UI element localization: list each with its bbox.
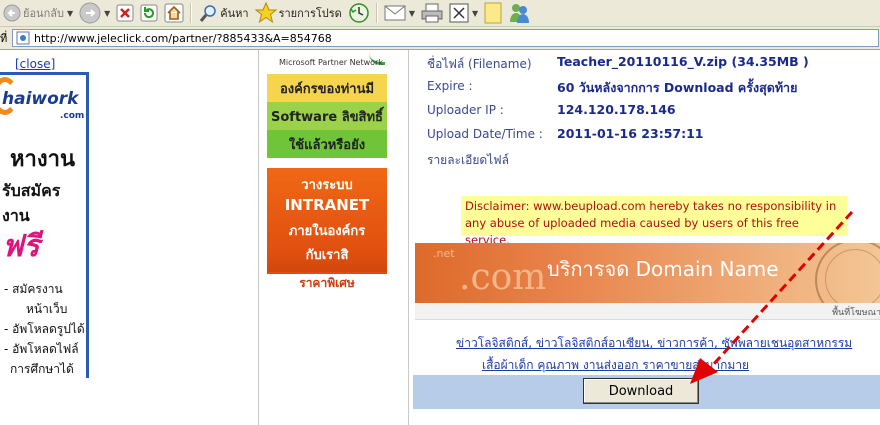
note-icon	[484, 2, 502, 24]
notes-button[interactable]	[481, 2, 505, 24]
page-icon	[16, 31, 30, 45]
ad-band: Software ลิขสิทธิ์	[267, 102, 387, 130]
expire-label: Expire :	[427, 79, 473, 93]
download-bar: Download	[413, 375, 880, 409]
stop-icon	[116, 4, 134, 22]
ad-label-strip: พื้นที่โฆษณา	[415, 303, 880, 320]
clock-icon	[825, 249, 880, 303]
download-content: ชื่อไฟล์ (Filename) Teacher_20110116_V.z…	[408, 50, 880, 425]
address-url: http://www.jeleclick.com/partner/?885433…	[34, 31, 332, 45]
list-item: - อัพโหลดรูปได้	[4, 322, 85, 336]
kids-clothes-link[interactable]: เสื้อผ้าเด็ก คุณภาพ งานส่งออก ราคาขายส่ง…	[482, 356, 749, 375]
ad-subheading: รับสมัครงาน	[2, 181, 61, 225]
intranet-ad[interactable]: วางระบบ INTRANET ภายในองค์กร กับเราสิ รา…	[267, 168, 387, 292]
ad-line: กับเราสิ	[305, 248, 349, 263]
toolbar-divider	[375, 3, 378, 23]
chevron-down-icon[interactable]: ▼	[104, 9, 110, 18]
upload-date-label: Upload Date/Time :	[427, 127, 543, 141]
printer-icon	[421, 3, 443, 23]
home-icon	[164, 3, 184, 23]
ad-heading: หางาน	[10, 147, 75, 172]
logistics-news-link[interactable]: ข่าวโลจิสติกส์, ข่าวโลจิสติกส์อาเซียน, ข…	[456, 334, 852, 353]
ad-line: Software ลิขสิทธิ์	[271, 109, 383, 125]
chevron-down-icon[interactable]: ▼	[409, 9, 415, 18]
history-button[interactable]	[345, 2, 373, 24]
ad-feature-list: - สมัครงาน หน้าเว็บ - อัพโหลดรูปได้ - อั…	[4, 279, 85, 378]
ad-band: องค์กรของท่านมี	[267, 74, 387, 102]
mail-button[interactable]: ▼	[381, 2, 418, 24]
favorites-label: รายการโปรด	[278, 7, 342, 20]
filename-label: ชื่อไฟล์ (Filename)	[427, 57, 532, 71]
search-button[interactable]: ค้นหา	[195, 2, 251, 24]
favorites-button[interactable]: รายการโปรด	[252, 2, 345, 24]
ad-line: องค์กรของท่านมี	[279, 81, 375, 97]
chevron-down-icon[interactable]: ▼	[67, 9, 73, 18]
ad-small-text: .net	[433, 247, 455, 260]
browser-toolbar: ย้อนกลับ ▼ ▼ ค้นหา รายการโปรด ▼ ▼	[0, 0, 880, 27]
home-button[interactable]	[161, 2, 187, 24]
ad-logo-suffix: .com	[60, 111, 85, 121]
expire-value: 60 วันหลังจากการ Download ครั้งสุดท้าย	[557, 80, 798, 95]
address-label: ที่	[0, 32, 8, 45]
messenger-button[interactable]	[505, 2, 533, 24]
thaiwork-ad-banner[interactable]: haiwork .com หางาน รับสมัครงาน ฟรี - สมั…	[0, 72, 89, 378]
middle-ad-column: Microsoft Partner Network องค์กรของท่านม…	[258, 50, 402, 425]
uploader-ip-value: 124.120.178.146	[557, 102, 676, 117]
refresh-button[interactable]	[137, 2, 161, 24]
search-label: ค้นหา	[220, 7, 249, 20]
file-details-label: รายละเอียดไฟล์	[427, 153, 510, 167]
download-button[interactable]: Download	[583, 378, 699, 404]
list-item: - อัพโหลดไฟล์	[4, 342, 79, 356]
search-icon	[198, 3, 218, 23]
close-ad-link[interactable]: [close]	[15, 57, 55, 71]
ad-line: วางระบบ	[301, 178, 353, 193]
ad-network-name: Microsoft Partner Network	[279, 58, 383, 67]
uploader-ip-label: Uploader IP :	[427, 103, 504, 117]
ad-logo-text: haiwork	[2, 89, 79, 109]
print-button[interactable]	[418, 2, 446, 24]
edit-page-icon	[449, 3, 469, 23]
microsoft-partner-ad[interactable]: Microsoft Partner Network องค์กรของท่านม…	[267, 50, 387, 158]
list-item: - สมัครงาน	[4, 282, 63, 296]
list-item: หน้าเว็บ	[26, 302, 68, 316]
stop-button[interactable]	[113, 2, 137, 24]
forward-arrow-icon	[79, 2, 101, 24]
domain-name-ad[interactable]: .net .com บริการจด Domain Name	[415, 243, 880, 303]
list-item: การศึกษาได้	[10, 362, 74, 376]
address-bar: ที่ http://www.jeleclick.com/partner/?88…	[0, 27, 880, 50]
toolbar-divider	[190, 3, 193, 23]
mail-icon	[384, 4, 406, 22]
edit-button[interactable]: ▼	[446, 2, 481, 24]
ad-line: INTRANET	[284, 196, 370, 214]
star-icon	[254, 2, 277, 24]
back-label: ย้อนกลับ	[23, 7, 64, 20]
ad-line: ภายในองค์กร	[288, 224, 366, 239]
disclaimer-text: Disclaimer: www.beupload.com hereby take…	[461, 196, 847, 247]
ad-line: ใช้แล้วหรือยัง	[288, 137, 366, 153]
back-arrow-icon	[3, 4, 21, 22]
refresh-icon	[140, 4, 158, 22]
download-panel: ชื่อไฟล์ (Filename) Teacher_20110116_V.z…	[400, 50, 880, 425]
back-button[interactable]: ย้อนกลับ ▼	[0, 2, 76, 24]
ad-price-label: ราคาพิเศษ	[267, 272, 387, 292]
chevron-down-icon[interactable]: ▼	[472, 9, 478, 18]
history-icon	[348, 2, 370, 24]
ad-label: พื้นที่โฆษณา	[832, 308, 880, 318]
address-input[interactable]: http://www.jeleclick.com/partner/?885433…	[12, 29, 879, 47]
ad-band: ใช้แล้วหรือยัง	[267, 130, 387, 158]
filename-value: Teacher_20110116_V.zip (34.35MB )	[557, 54, 809, 69]
ad-title: บริการจด Domain Name	[547, 257, 779, 281]
ad-big-text: .com	[459, 257, 547, 298]
messenger-icon	[508, 2, 530, 24]
forward-button[interactable]: ▼	[76, 2, 113, 24]
ad-free-text: ฟรี	[2, 229, 40, 264]
upload-date-value: 2011-01-16 23:57:11	[557, 126, 704, 141]
